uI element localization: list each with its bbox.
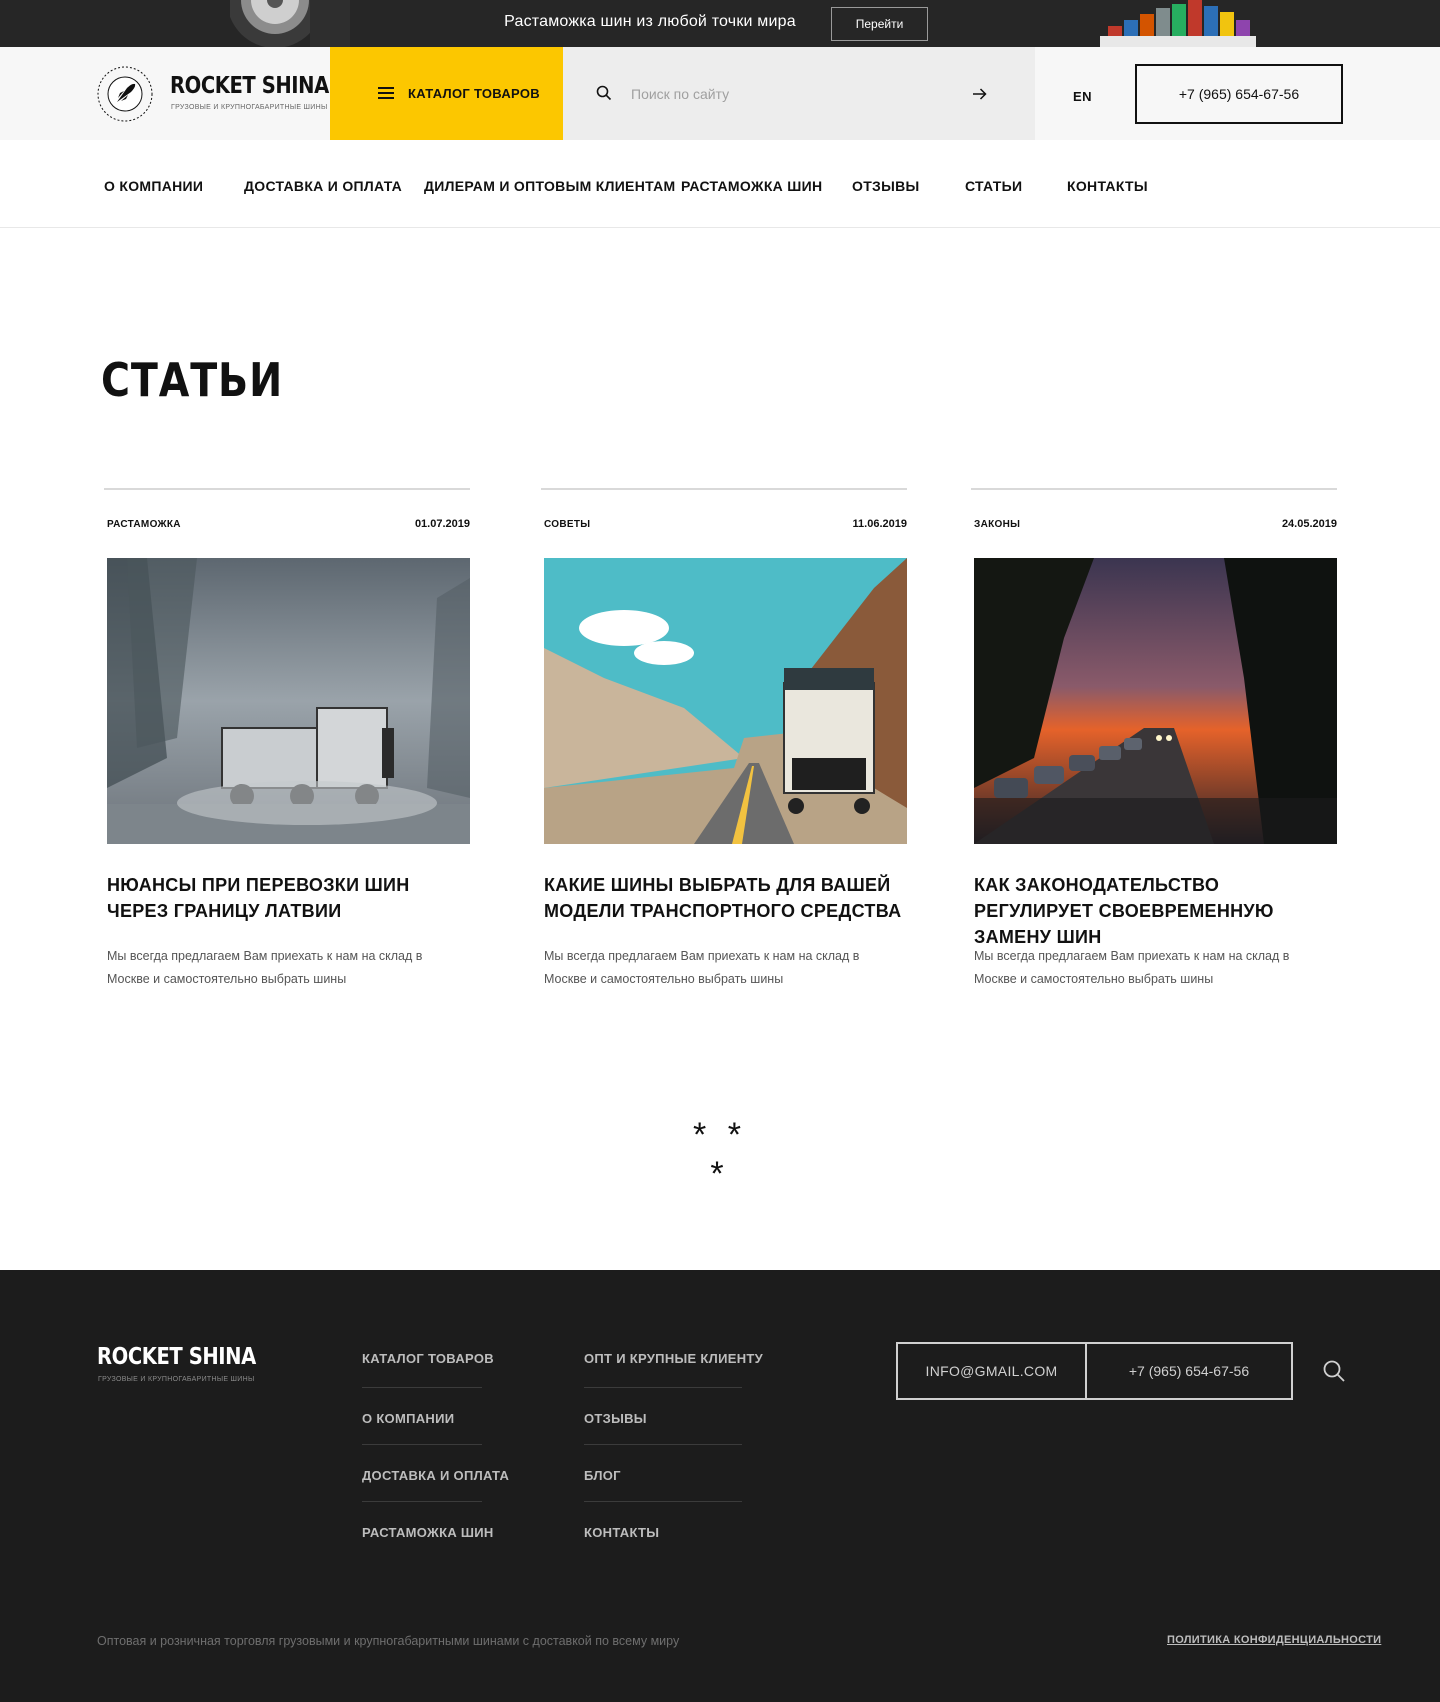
footer-divider xyxy=(584,1444,742,1445)
article-title[interactable]: КАКИЕ ШИНЫ ВЫБРАТЬ ДЛЯ ВАШЕЙ МОДЕЛИ ТРАН… xyxy=(544,872,904,924)
article-category[interactable]: РАСТАМОЖКА xyxy=(107,519,181,530)
article-image-truck-fog[interactable] xyxy=(107,558,470,844)
promo-banner: Растаможка шин из любой точки мира Перей… xyxy=(0,0,1440,47)
promo-text: Растаможка шин из любой точки мира xyxy=(504,13,796,30)
article-category[interactable]: ЗАКОНЫ xyxy=(974,519,1020,530)
site-header: ROCKET SHINA ГРУЗОВЫЕ И КРУПНОГАБАРИТНЫЕ… xyxy=(0,47,1440,140)
ship-image xyxy=(1100,0,1256,47)
nav-item-contacts[interactable]: КОНТАКТЫ xyxy=(1067,178,1148,194)
page-title: СТАТЬИ xyxy=(101,353,284,407)
footer-logo-subtitle: ГРУЗОВЫЕ И КРУПНОГАБАРИТНЫЕ ШИНЫ xyxy=(98,1376,255,1383)
article-title[interactable]: НЮАНСЫ ПРИ ПЕРЕВОЗКИ ШИН ЧЕРЕЗ ГРАНИЦУ Л… xyxy=(107,872,467,924)
nav-item-reviews[interactable]: ОТЗЫВЫ xyxy=(852,178,920,194)
arrow-right-icon xyxy=(973,88,987,100)
footer-email[interactable]: INFO@GMAIL.COM xyxy=(898,1344,1087,1398)
language-switch[interactable]: EN xyxy=(1073,89,1092,104)
article-excerpt: Мы всегда предлагаем Вам приехать к нам … xyxy=(107,949,423,986)
promo-go-button[interactable]: Перейти xyxy=(831,7,928,41)
menu-icon xyxy=(378,87,394,100)
nav-item-delivery[interactable]: ДОСТАВКА И ОПЛАТА xyxy=(244,178,402,194)
search-bar xyxy=(563,47,1035,140)
article-title[interactable]: КАК ЗАКОНОДАТЕЛЬСТВО РЕГУЛИРУЕТ СВОЕВРЕМ… xyxy=(974,872,1334,950)
footer-divider xyxy=(584,1501,742,1502)
footer-contacts: INFO@GMAIL.COM +7 (965) 654-67-56 xyxy=(896,1342,1293,1400)
search-submit-button[interactable] xyxy=(963,77,997,111)
footer-divider xyxy=(362,1444,482,1445)
footer-link-catalog[interactable]: КАТАЛОГ ТОВАРОВ xyxy=(362,1351,494,1366)
search-icon[interactable] xyxy=(1322,1359,1346,1383)
footer-link-about[interactable]: О КОМПАНИИ xyxy=(362,1411,454,1426)
nav-item-articles[interactable]: СТАТЬИ xyxy=(965,178,1022,194)
article-card[interactable]: СОВЕТЫ 11.06.2019 КАКИЕ ШИНЫ ВЫБРАТЬ ДЛЯ… xyxy=(541,488,907,1008)
article-card[interactable]: РАСТАМОЖКА 01.07.2019 НЮАНСЫ ПРИ ПЕРЕВОЗ… xyxy=(104,488,470,1008)
footer-link-wholesale[interactable]: ОПТ И КРУПНЫЕ КЛИЕНТУ xyxy=(584,1351,763,1366)
nav-item-customs[interactable]: РАСТАМОЖКА ШИН xyxy=(681,178,822,194)
nav-item-about[interactable]: О КОМПАНИИ xyxy=(104,178,203,194)
card-divider xyxy=(541,488,907,490)
article-image-truck-mountains[interactable] xyxy=(544,558,907,844)
article-image-sunset-traffic[interactable] xyxy=(974,558,1337,844)
article-category[interactable]: СОВЕТЫ xyxy=(544,519,590,530)
site-footer: ROCKET SHINA ГРУЗОВЫЕ И КРУПНОГАБАРИТНЫЕ… xyxy=(0,1270,1440,1702)
search-input[interactable] xyxy=(631,77,931,110)
rocket-icon xyxy=(97,66,153,122)
article-card[interactable]: ЗАКОНЫ 24.05.2019 КАК ЗАКОНОДАТЕЛЬСТВО Р… xyxy=(971,488,1337,1008)
card-divider xyxy=(971,488,1337,490)
article-date: 01.07.2019 xyxy=(414,518,470,530)
footer-divider xyxy=(362,1387,482,1388)
logo-title: ROCKET SHINA xyxy=(170,73,329,99)
section-separator: * * * xyxy=(693,1116,747,1193)
article-excerpt: Мы всегда предлагаем Вам приехать к нам … xyxy=(544,949,860,986)
footer-link-blog[interactable]: БЛОГ xyxy=(584,1468,621,1483)
footer-divider xyxy=(362,1501,482,1502)
article-date: 11.06.2019 xyxy=(852,518,907,530)
catalog-button[interactable]: КАТАЛОГ ТОВАРОВ xyxy=(330,47,563,140)
main-nav: О КОМПАНИИ ДОСТАВКА И ОПЛАТА ДИЛЕРАМ И О… xyxy=(0,140,1440,228)
privacy-policy-link[interactable]: ПОЛИТИКА КОНФИДЕНЦИАЛЬНОСТИ xyxy=(1167,1634,1381,1646)
footer-link-reviews[interactable]: ОТЗЫВЫ xyxy=(584,1411,647,1426)
footer-link-customs[interactable]: РАСТАМОЖКА ШИН xyxy=(362,1525,494,1540)
article-excerpt: Мы всегда предлагаем Вам приехать к нам … xyxy=(974,949,1290,986)
footer-copyright: Оптовая и розничная торговля грузовыми и… xyxy=(97,1634,680,1648)
header-phone-button[interactable]: +7 (965) 654-67-56 xyxy=(1135,64,1343,124)
article-date: 24.05.2019 xyxy=(1281,518,1337,530)
nav-item-dealers[interactable]: ДИЛЕРАМ И ОПТОВЫМ КЛИЕНТАМ xyxy=(424,178,675,194)
footer-link-contacts[interactable]: КОНТАКТЫ xyxy=(584,1525,659,1540)
logo-subtitle: ГРУЗОВЫЕ И КРУПНОГАБАРИТНЫЕ ШИНЫ xyxy=(171,104,328,111)
logo[interactable]: ROCKET SHINA ГРУЗОВЫЕ И КРУПНОГАБАРИТНЫЕ… xyxy=(96,61,329,127)
footer-link-delivery[interactable]: ДОСТАВКА И ОПЛАТА xyxy=(362,1468,509,1483)
footer-phone[interactable]: +7 (965) 654-67-56 xyxy=(1087,1344,1291,1398)
footer-divider xyxy=(584,1387,742,1388)
catalog-label: КАТАЛОГ ТОВАРОВ xyxy=(408,86,540,101)
card-divider xyxy=(104,488,470,490)
footer-logo-title[interactable]: ROCKET SHINA xyxy=(97,1344,256,1370)
search-icon xyxy=(596,85,612,101)
tire-image xyxy=(230,0,350,47)
